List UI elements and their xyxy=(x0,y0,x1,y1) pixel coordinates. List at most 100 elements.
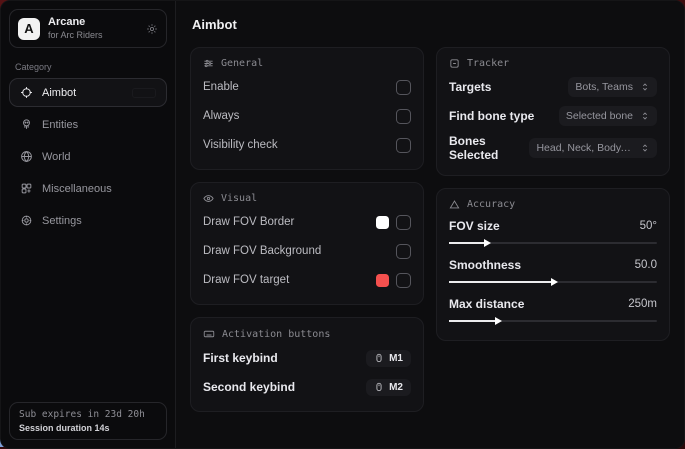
app-window: A Arcane for Arc Riders Category Aimbot xyxy=(0,0,685,449)
setting-row-targets: Targets Bots, Teams xyxy=(449,76,657,98)
setting-label: Enable xyxy=(203,81,239,93)
fov-target-checkbox[interactable] xyxy=(396,273,411,288)
sidebar-item-label: Settings xyxy=(42,215,82,227)
right-column: Tracker Targets Bots, Teams xyxy=(436,47,670,341)
sidebar-item-label: Aimbot xyxy=(42,87,76,99)
setting-label: Second keybind xyxy=(203,380,295,394)
brand-subtitle: for Arc Riders xyxy=(48,30,103,41)
setting-label: Find bone type xyxy=(449,109,534,123)
card-title: General xyxy=(221,58,263,69)
card-title: Tracker xyxy=(467,58,509,69)
always-checkbox[interactable] xyxy=(396,109,411,124)
sidebar-item-label: Entities xyxy=(42,119,78,131)
targets-select[interactable]: Bots, Teams xyxy=(568,77,657,97)
left-column: General Enable Always xyxy=(190,47,424,412)
setting-row-visibility-check: Visibility check xyxy=(203,134,411,156)
gear-icon[interactable] xyxy=(146,23,158,35)
entities-icon xyxy=(20,118,33,131)
slider-value: 250m xyxy=(628,298,657,310)
setting-label: Bones Selected xyxy=(449,134,529,162)
setting-row-fov-background: Draw FOV Background xyxy=(203,240,411,262)
main-panel: Aimbot General xyxy=(176,1,684,448)
max-distance-slider[interactable] xyxy=(449,315,657,327)
fov-background-checkbox[interactable] xyxy=(396,244,411,259)
keybind-hint-badge xyxy=(132,88,156,98)
sidebar-item-label: Miscellaneous xyxy=(42,183,112,195)
setting-row-enable: Enable xyxy=(203,76,411,98)
brand-title: Arcane xyxy=(48,16,103,30)
setting-row-fov-size: FOV size 50° xyxy=(449,219,657,249)
setting-row-find-bone-type: Find bone type Selected bone xyxy=(449,105,657,127)
globe-icon xyxy=(20,150,33,163)
keybind-value: M1 xyxy=(389,353,403,364)
fov-border-checkbox[interactable] xyxy=(396,215,411,230)
color-swatch-red[interactable] xyxy=(376,274,389,287)
second-keybind-button[interactable]: M2 xyxy=(366,379,411,396)
general-card: General Enable Always xyxy=(190,47,424,170)
fov-size-slider[interactable] xyxy=(449,237,657,249)
unfold-icon xyxy=(640,82,650,92)
card-title: Visual xyxy=(221,193,257,204)
triangle-icon xyxy=(449,199,460,210)
setting-label: Max distance xyxy=(449,297,524,311)
unfold-icon xyxy=(640,111,650,121)
card-title: Accuracy xyxy=(467,199,515,210)
select-value: Bots, Teams xyxy=(575,81,633,93)
sidebar-item-label: World xyxy=(42,151,71,163)
eye-icon xyxy=(203,193,214,204)
sidebar-item-aimbot[interactable]: Aimbot xyxy=(9,78,167,107)
setting-row-fov-border: Draw FOV Border xyxy=(203,211,411,233)
sidebar-item-entities[interactable]: Entities xyxy=(9,110,167,139)
setting-label: FOV size xyxy=(449,219,500,233)
brand-card: A Arcane for Arc Riders xyxy=(9,9,167,48)
smoothness-slider[interactable] xyxy=(449,276,657,288)
sidebar-item-settings[interactable]: Settings xyxy=(9,206,167,235)
grid-icon xyxy=(20,182,33,195)
sub-expiry-text: Sub expires in 23d 20h xyxy=(19,409,157,420)
keyboard-icon xyxy=(203,328,215,340)
setting-label: First keybind xyxy=(203,351,278,365)
setting-label: Draw FOV Background xyxy=(203,245,321,257)
sidebar-item-miscellaneous[interactable]: Miscellaneous xyxy=(9,174,167,203)
subscription-card: Sub expires in 23d 20h Session duration … xyxy=(9,402,167,440)
setting-label: Targets xyxy=(449,80,491,94)
activation-card: Activation buttons First keybind xyxy=(190,317,424,412)
mouse-icon xyxy=(374,353,384,363)
select-value: Selected bone xyxy=(566,110,633,122)
card-title: Activation buttons xyxy=(222,329,330,340)
sliders-icon xyxy=(203,58,214,69)
sidebar: A Arcane for Arc Riders Category Aimbot xyxy=(1,1,176,448)
visibility-check-checkbox[interactable] xyxy=(396,138,411,153)
unfold-icon xyxy=(640,143,650,153)
first-keybind-button[interactable]: M1 xyxy=(366,350,411,367)
slider-fill xyxy=(449,281,551,283)
slider-fill xyxy=(449,242,484,244)
gear-icon xyxy=(20,214,33,227)
slider-fill xyxy=(449,320,495,322)
find-bone-type-select[interactable]: Selected bone xyxy=(559,106,657,126)
color-swatch-white[interactable] xyxy=(376,216,389,229)
setting-label: Always xyxy=(203,110,239,122)
sidebar-item-world[interactable]: World xyxy=(9,142,167,171)
mouse-icon xyxy=(374,382,384,392)
setting-row-smoothness: Smoothness 50.0 xyxy=(449,258,657,288)
visual-card: Visual Draw FOV Border Draw FOV Backgrou… xyxy=(190,182,424,305)
setting-label: Draw FOV target xyxy=(203,274,289,286)
crosshair-icon xyxy=(20,86,33,99)
enable-checkbox[interactable] xyxy=(396,80,411,95)
setting-row-first-keybind: First keybind M1 xyxy=(203,347,411,369)
setting-row-max-distance: Max distance 250m xyxy=(449,297,657,327)
setting-label: Draw FOV Border xyxy=(203,216,294,228)
category-label: Category xyxy=(15,62,161,72)
page-title: Aimbot xyxy=(192,17,670,32)
setting-label: Visibility check xyxy=(203,139,278,151)
bones-selected-select[interactable]: Head, Neck, Body, Fe... xyxy=(529,138,657,158)
keybind-value: M2 xyxy=(389,382,403,393)
slider-value: 50° xyxy=(640,220,657,232)
setting-row-bones-selected: Bones Selected Head, Neck, Body, Fe... xyxy=(449,134,657,162)
square-minus-icon xyxy=(449,58,460,69)
setting-row-always: Always xyxy=(203,105,411,127)
slider-value: 50.0 xyxy=(635,259,657,271)
setting-row-fov-target: Draw FOV target xyxy=(203,269,411,291)
brand-logo: A xyxy=(18,18,40,40)
